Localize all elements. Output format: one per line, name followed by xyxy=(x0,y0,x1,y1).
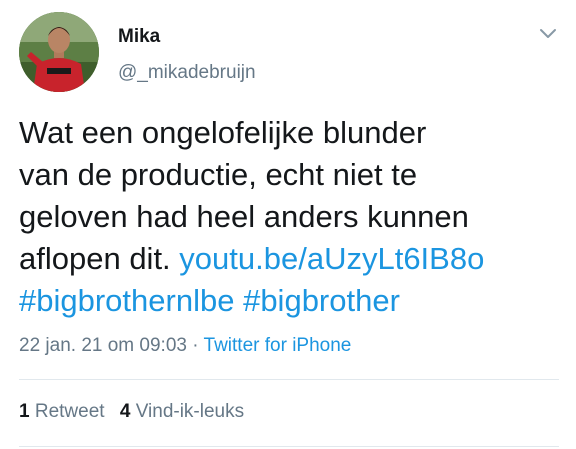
retweets-stat[interactable]: 1 Retweet xyxy=(19,401,110,422)
user-handle[interactable]: @_mikadebruijn xyxy=(118,62,256,84)
avatar[interactable] xyxy=(19,12,99,92)
retweets-label: Retweet xyxy=(34,401,105,422)
tweet-text-line: geloven had heel anders kunnen xyxy=(19,199,469,234)
hashtag-bigbrother[interactable]: #bigbrother xyxy=(243,283,400,318)
tweet-stats: 1 Retweet 4 Vind-ik-leuks xyxy=(19,401,254,423)
display-name[interactable]: Mika xyxy=(118,26,160,48)
video-link[interactable]: youtu.be/aUzyLt6IB8o xyxy=(179,241,484,276)
hashtag-bigbrothernlbe[interactable]: #bigbrothernlbe xyxy=(19,283,234,318)
tweet-card: Mika @_mikadebruijn Wat een ongelofelijk… xyxy=(0,0,576,449)
hashtag-line: #bigbrothernlbe #bigbrother xyxy=(19,280,564,322)
avatar-image xyxy=(19,12,99,92)
tweet-text-line: Wat een ongelofelijke blunder xyxy=(19,115,427,150)
chevron-down-icon[interactable] xyxy=(537,22,559,44)
tweet-text-line-4: aflopen dit. youtu.be/aUzyLt6IB8o xyxy=(19,238,564,280)
tweet-meta: 22 jan. 21 om 09:03 · Twitter for iPhone xyxy=(19,335,351,357)
tweet-text-line: van de productie, echt niet te xyxy=(19,157,418,192)
likes-count: 4 xyxy=(119,401,131,422)
likes-label: Vind-ik-leuks xyxy=(135,401,245,422)
likes-stat[interactable]: 4 Vind-ik-leuks xyxy=(120,401,244,422)
meta-separator: · xyxy=(192,335,199,356)
source-link[interactable]: Twitter for iPhone xyxy=(204,335,352,356)
tweet-text: Wat een ongelofelijke blunder van de pro… xyxy=(19,112,564,322)
tweet-text-fragment: aflopen dit. xyxy=(19,241,171,276)
timestamp[interactable]: 22 jan. 21 om 09:03 xyxy=(19,335,187,356)
divider xyxy=(19,379,559,380)
retweets-count: 1 xyxy=(19,401,30,422)
divider xyxy=(19,446,559,447)
